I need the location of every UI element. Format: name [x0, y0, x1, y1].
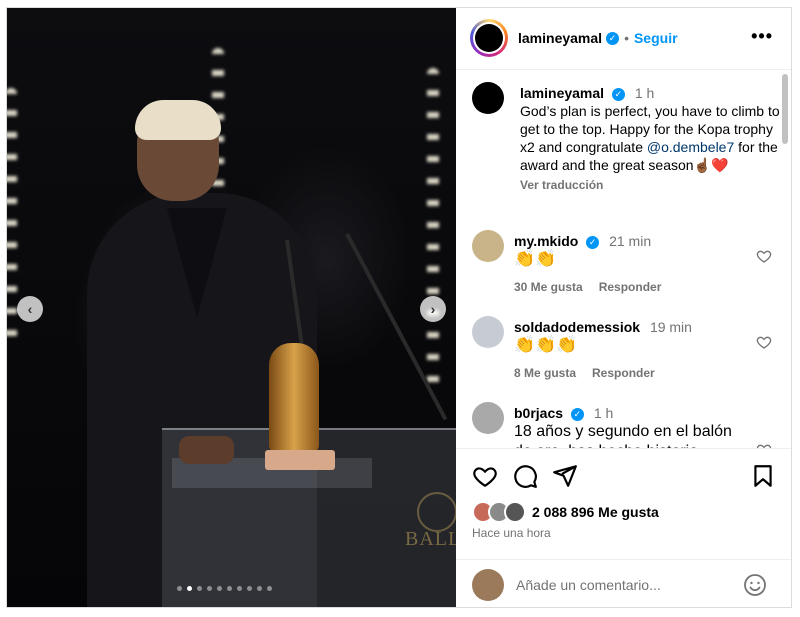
carousel-dot: [207, 586, 212, 591]
see-translation-button[interactable]: Ver traducción: [520, 176, 780, 194]
comment-time: 1 h: [593, 405, 614, 421]
post-actions: 2 088 896 Me gusta Hace una hora: [456, 448, 791, 559]
post-media[interactable]: BALLO ‹ ›: [7, 8, 456, 607]
comment-bubble-icon[interactable]: [512, 463, 538, 489]
comment-time: 19 min: [649, 319, 692, 335]
likes-summary[interactable]: 2 088 896 Me gusta: [472, 501, 659, 523]
verified-badge-icon: ✓: [586, 235, 600, 249]
comment-item: b0rjacs ✓ 1 h 18 años y segundo en el ba…: [472, 402, 772, 448]
comment-item: my.mkido ✓ 21 min 👏👏 30 Me gusta Respond…: [472, 230, 772, 300]
stage-light-column: [7, 88, 17, 348]
verified-badge-icon: ✓: [570, 407, 584, 421]
backdrop-text: BALLO: [405, 528, 456, 550]
carousel-indicator: [177, 586, 272, 591]
add-comment-bar: Añade un comentario...: [456, 559, 791, 607]
comment-likes[interactable]: 8 Me gusta: [514, 364, 576, 382]
comment-avatar[interactable]: [472, 402, 504, 434]
comment-text: 👏👏: [514, 249, 557, 268]
post-timestamp[interactable]: Hace una hora: [472, 526, 551, 540]
author-username[interactable]: lamineyamal: [518, 30, 602, 46]
person-hair: [135, 100, 221, 140]
carousel-dot: [197, 586, 202, 591]
like-comment-heart-icon[interactable]: [756, 334, 772, 350]
kopa-trophy: [269, 343, 319, 453]
save-bookmark-icon[interactable]: [750, 463, 776, 489]
reply-button[interactable]: Responder: [599, 278, 662, 296]
verified-badge-icon: ✓: [606, 31, 620, 45]
ballon-logo: [417, 492, 456, 532]
carousel-dot: [227, 586, 232, 591]
liker-avatar: [504, 501, 526, 523]
post-sidebar: lamineyamal ✓ • Seguir ••• lamineyamal ✓…: [456, 8, 791, 607]
caption-username[interactable]: lamineyamal: [520, 85, 604, 101]
verified-badge-icon: ✓: [611, 87, 625, 101]
emoji-picker-icon[interactable]: [743, 573, 767, 597]
comment-item: soldadodemessiok 19 min 👏👏👏 8 Me gusta R…: [472, 316, 772, 386]
next-photo-button[interactable]: ›: [420, 296, 446, 322]
comment-avatar[interactable]: [472, 316, 504, 348]
comment-text: 18 años y segundo en el balón de oro, ha…: [514, 423, 732, 448]
like-comment-heart-icon[interactable]: [756, 248, 772, 264]
previous-photo-button[interactable]: ‹: [17, 296, 43, 322]
comment-username[interactable]: b0rjacs: [514, 405, 563, 421]
current-user-avatar: [472, 569, 504, 601]
caption-mention-link[interactable]: @o.dembele7: [647, 139, 734, 155]
stage-light-column: [427, 68, 439, 388]
comment-time: 21 min: [609, 233, 652, 249]
post-dialog: BALLO ‹ › lamineyamal ✓ • Seguir •••: [6, 7, 792, 608]
author-avatar[interactable]: [470, 19, 508, 57]
comment-username[interactable]: my.mkido: [514, 233, 578, 249]
carousel-dot: [247, 586, 252, 591]
follow-button[interactable]: Seguir: [634, 30, 678, 46]
trophy-base: [265, 450, 335, 470]
separator-dot: •: [624, 30, 629, 46]
carousel-dot: [257, 586, 262, 591]
add-comment-input[interactable]: Añade un comentario...: [516, 577, 661, 593]
carousel-dot: [267, 586, 272, 591]
post-header: lamineyamal ✓ • Seguir •••: [456, 8, 791, 70]
chevron-right-icon: ›: [430, 301, 436, 317]
carousel-dot: [177, 586, 182, 591]
carousel-dot: [237, 586, 242, 591]
carousel-dot: [217, 586, 222, 591]
carousel-dot: [187, 586, 192, 591]
chevron-left-icon: ‹: [27, 301, 33, 317]
comment-username[interactable]: soldadodemessiok: [514, 319, 640, 335]
comment-text: 👏👏👏: [514, 335, 578, 354]
caption-time: 1 h: [634, 85, 655, 101]
comments-scrollbar[interactable]: [782, 74, 788, 144]
likes-count[interactable]: 2 088 896 Me gusta: [532, 504, 659, 520]
comment-avatar[interactable]: [472, 230, 504, 262]
more-options-icon[interactable]: •••: [751, 26, 773, 47]
comment-likes[interactable]: 30 Me gusta: [514, 278, 583, 296]
like-heart-icon[interactable]: [472, 463, 498, 489]
caption-avatar[interactable]: [472, 82, 504, 114]
person-hand: [179, 436, 234, 464]
share-paper-plane-icon[interactable]: [552, 463, 578, 489]
reply-button[interactable]: Responder: [592, 364, 655, 382]
comments-list[interactable]: lamineyamal ✓ 1 h God’s plan is perfect,…: [456, 70, 791, 448]
